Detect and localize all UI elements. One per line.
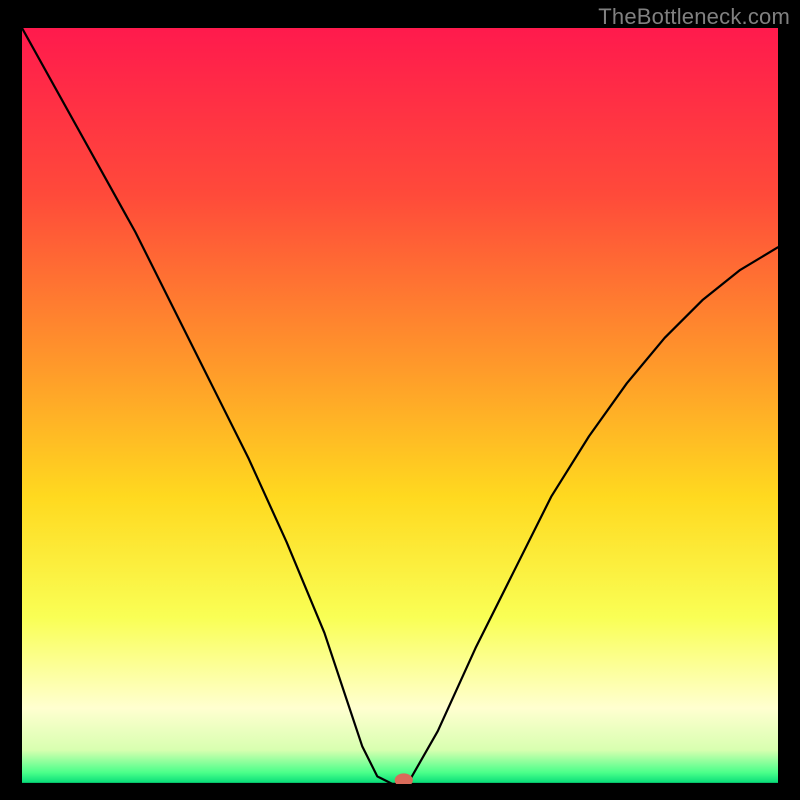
plot-area <box>22 28 778 784</box>
gradient-background <box>22 28 778 784</box>
chart-frame: TheBottleneck.com <box>0 0 800 800</box>
chart-svg <box>22 28 778 784</box>
watermark-text: TheBottleneck.com <box>598 4 790 30</box>
